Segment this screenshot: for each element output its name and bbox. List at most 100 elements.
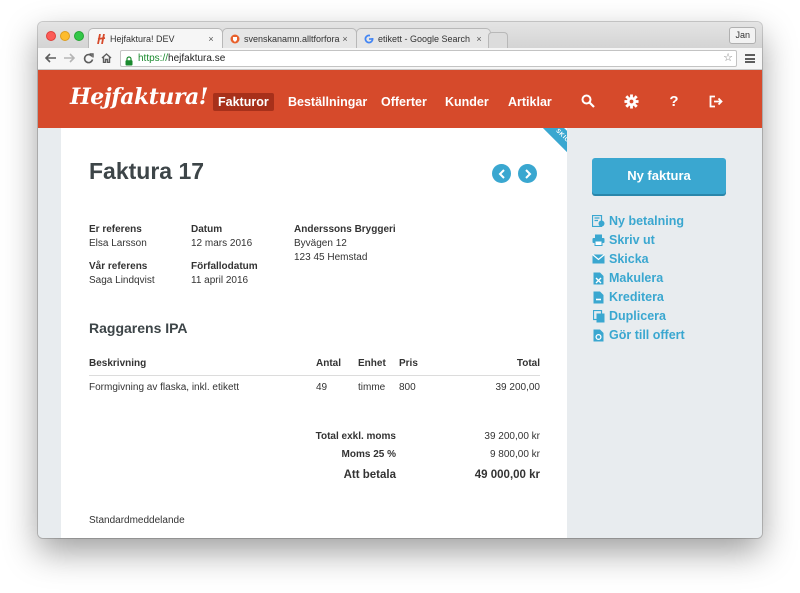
customer-city: 123 45 Hemstad <box>294 252 368 263</box>
total-excl-vat-value: 39 200,00 kr <box>484 431 540 442</box>
quote-document-icon <box>592 329 605 342</box>
nav-bestallningar[interactable]: Beställningar <box>283 93 372 111</box>
row-price: 800 <box>399 382 416 393</box>
reload-icon[interactable] <box>81 51 95 65</box>
back-arrow-icon[interactable] <box>44 51 58 65</box>
app-header: Hejfaktura! Fakturor Beställningar Offer… <box>38 70 762 128</box>
row-quantity: 49 <box>316 382 328 393</box>
next-invoice-button[interactable] <box>518 164 537 183</box>
chevron-right-icon <box>524 168 531 179</box>
tab-close-icon[interactable]: × <box>474 34 484 44</box>
print-link[interactable]: Skriv ut <box>592 232 655 248</box>
copy-icon <box>592 309 605 323</box>
new-payment-label: Ny betalning <box>609 214 685 228</box>
status-ribbon: SKICKAD <box>533 128 567 176</box>
url-scheme: https:// <box>138 53 169 64</box>
row-unit: timme <box>358 382 386 393</box>
hejfaktura-favicon-icon <box>96 33 106 44</box>
browser-tab-hejfaktura[interactable]: Hejfaktura! DEV × <box>88 28 223 48</box>
credit-link[interactable]: Kreditera <box>592 289 664 305</box>
customer-name: Anderssons Bryggeri <box>294 224 396 235</box>
var-referens-value: Saga Lindqvist <box>89 275 155 286</box>
total-excl-vat-label: Total exkl. moms <box>315 431 396 442</box>
forfallodatum-value: 11 april 2016 <box>191 275 249 286</box>
app-logo[interactable]: Hejfaktura! <box>70 84 208 110</box>
nav-artiklar[interactable]: Artiklar <box>503 93 557 111</box>
window-close-button[interactable] <box>46 31 56 41</box>
home-icon[interactable] <box>99 51 113 65</box>
page-content: SKICKAD Faktura 17 Er referens Elsa Lars… <box>38 128 762 538</box>
gear-icon[interactable] <box>623 93 639 109</box>
browser-tab-svenskanamn[interactable]: svenskanamn.alltforforaldrar × <box>222 28 357 48</box>
browser-toolbar: https://hejfaktura.se ☆ <box>38 48 762 70</box>
er-referens-value: Elsa Larsson <box>89 238 147 249</box>
void-link[interactable]: Makulera <box>592 270 663 286</box>
nav-kunder[interactable]: Kunder <box>440 93 494 111</box>
forfallodatum-label: Förfallodatum <box>191 261 258 272</box>
row-total: 39 200,00 <box>495 382 541 393</box>
send-link[interactable]: Skicka <box>592 251 649 267</box>
vat-label: Moms 25 % <box>341 449 396 460</box>
credit-label: Kreditera <box>609 290 664 304</box>
print-label: Skriv ut <box>609 233 655 247</box>
new-tab-button[interactable] <box>488 32 508 48</box>
nav-offerter[interactable]: Offerter <box>376 93 432 111</box>
new-payment-link[interactable]: Ny betalning <box>592 213 684 229</box>
envelope-icon <box>592 253 605 266</box>
datum-label: Datum <box>191 224 223 235</box>
search-icon[interactable] <box>580 93 596 109</box>
table-divider <box>89 375 540 376</box>
tab-title: svenskanamn.alltforforaldrar <box>244 33 340 44</box>
url-host: hejfaktura.se <box>168 53 226 64</box>
column-header-unit: Enhet <box>358 358 386 369</box>
payment-icon <box>592 215 605 228</box>
var-referens-label: Vår referens <box>89 261 148 272</box>
credit-document-icon <box>592 291 605 304</box>
chevron-left-icon <box>498 168 505 179</box>
standard-message: Standardmeddelande <box>89 515 185 526</box>
forward-arrow-icon[interactable] <box>62 51 76 65</box>
amount-due-value: 49 000,00 kr <box>474 469 540 481</box>
browser-window: Hejfaktura! DEV × svenskanamn.alltforfor… <box>38 22 762 538</box>
column-header-quantity: Antal <box>316 358 341 369</box>
tab-title: Hejfaktura! DEV <box>110 33 175 44</box>
bookmark-star-icon[interactable]: ☆ <box>723 51 733 66</box>
row-description: Formgivning av flaska, inkl. etikett <box>89 382 240 393</box>
er-referens-label: Er referens <box>89 224 142 235</box>
lock-icon <box>125 53 133 71</box>
tab-close-icon[interactable]: × <box>340 34 350 44</box>
send-label: Skicka <box>609 252 649 266</box>
section-title: Raggarens IPA <box>89 320 188 336</box>
datum-value: 12 mars 2016 <box>191 238 253 249</box>
column-header-total: Total <box>516 358 540 369</box>
invoice-card: SKICKAD Faktura 17 Er referens Elsa Lars… <box>61 128 567 538</box>
browser-tab-google[interactable]: etikett - Google Search × <box>356 28 491 48</box>
customer-street: Byvägen 12 <box>294 238 347 249</box>
column-header-description: Beskrivning <box>89 358 147 369</box>
window-maximize-button[interactable] <box>74 31 84 41</box>
profile-button[interactable]: Jan <box>729 27 756 44</box>
duplicate-label: Duplicera <box>609 309 666 323</box>
url-text: https://hejfaktura.se <box>138 51 225 66</box>
nav-fakturor[interactable]: Fakturor <box>213 93 274 111</box>
column-header-price: Pris <box>399 358 418 369</box>
convert-to-quote-label: Gör till offert <box>609 328 685 342</box>
printer-icon <box>592 234 605 247</box>
logout-icon[interactable] <box>708 93 724 109</box>
tab-title: etikett - Google Search <box>378 33 471 44</box>
vat-value: 9 800,00 kr <box>489 449 540 460</box>
google-favicon-icon <box>364 33 374 44</box>
shield-favicon-icon <box>230 34 240 44</box>
duplicate-link[interactable]: Duplicera <box>592 308 666 324</box>
browser-menu-icon[interactable] <box>745 54 755 63</box>
window-minimize-button[interactable] <box>60 31 70 41</box>
convert-to-quote-link[interactable]: Gör till offert <box>592 327 685 343</box>
page-title: Faktura 17 <box>89 158 205 184</box>
help-icon[interactable]: ? <box>666 93 682 110</box>
previous-invoice-button[interactable] <box>492 164 511 183</box>
void-document-icon <box>592 272 605 285</box>
amount-due-label: Att betala <box>343 469 396 481</box>
new-invoice-button[interactable]: Ny faktura <box>592 158 726 194</box>
address-bar[interactable]: https://hejfaktura.se ☆ <box>120 50 737 67</box>
tab-close-icon[interactable]: × <box>206 34 216 44</box>
